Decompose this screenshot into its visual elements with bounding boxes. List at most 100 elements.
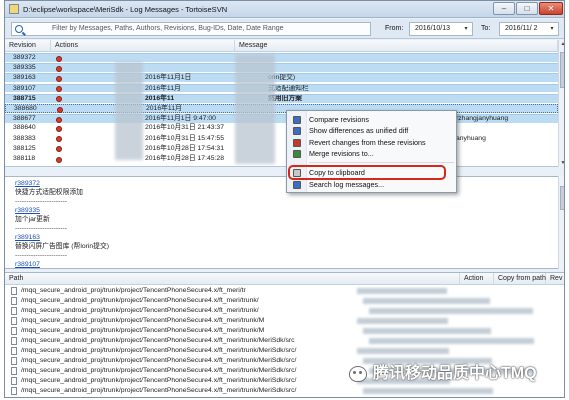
revision-message: 然用旧方案 bbox=[268, 94, 302, 102]
file-icon bbox=[11, 317, 17, 325]
message-text: 快捷方式适配权限添加 bbox=[15, 189, 83, 196]
revision-row[interactable]: 389335 bbox=[5, 63, 558, 73]
revision-row[interactable]: 388125 2016年10月28日 17:54:31 bbox=[5, 145, 558, 154]
scroll-down-icon[interactable]: ▼ bbox=[559, 159, 564, 167]
revision-link[interactable]: r389163 bbox=[15, 234, 40, 242]
file-icon bbox=[11, 337, 17, 345]
search-icon bbox=[293, 181, 301, 189]
modified-action-icon bbox=[57, 106, 63, 113]
revision-link[interactable]: r389335 bbox=[15, 207, 40, 215]
minimize-button[interactable]: – bbox=[493, 2, 515, 15]
revision-row[interactable]: 388715 2016年11 然用旧方案 bbox=[5, 93, 558, 103]
file-icon bbox=[11, 307, 17, 315]
watermark-text: 腾讯移动品质中心TMQ bbox=[373, 365, 537, 382]
filter-input[interactable]: Filter by Messages, Paths, Authors, Revi… bbox=[11, 22, 371, 36]
changed-path: /mqq_secure_android_proj/trunk/project/T… bbox=[21, 347, 297, 354]
menu-item-merge-revisions-to[interactable]: Merge revisions to... bbox=[287, 148, 458, 159]
menu-item-search-log-messages[interactable]: Search log messages... bbox=[287, 179, 458, 190]
column-header-actions[interactable]: Actions bbox=[51, 40, 235, 52]
path-row[interactable]: /mqq_secure_android_proj/trunk/project/T… bbox=[5, 386, 564, 396]
revision-number: 388715 bbox=[13, 94, 36, 102]
path-row[interactable]: /mqq_secure_android_proj/trunk/project/T… bbox=[5, 316, 564, 326]
close-button[interactable]: ✕ bbox=[539, 2, 563, 15]
to-date-picker[interactable]: 2016/11/ 2 ▾ bbox=[499, 22, 559, 36]
from-date-picker[interactable]: 2016/10/13 ▾ bbox=[409, 22, 473, 36]
revision-row[interactable]: 389163 2016年11月1日 orin提交) bbox=[5, 73, 558, 83]
message-scrollbar[interactable] bbox=[558, 176, 564, 269]
blurred-path-region bbox=[369, 338, 534, 344]
revision-number: 389335 bbox=[13, 64, 36, 72]
revision-row[interactable]: 388680 2016年11月 bbox=[5, 104, 558, 113]
modified-action-icon bbox=[56, 86, 62, 93]
path-row[interactable]: /mqq_secure_android_proj/trunk/project/T… bbox=[5, 326, 564, 336]
to-label: To: bbox=[481, 25, 491, 32]
column-header-rev[interactable]: Rev bbox=[546, 273, 564, 285]
file-icon bbox=[11, 347, 17, 355]
modified-action-icon bbox=[56, 116, 62, 123]
changed-path: /mqq_secure_android_proj/trunk/project/T… bbox=[21, 367, 297, 374]
revision-scrollbar[interactable]: ▲ ▼ bbox=[558, 40, 564, 167]
path-row[interactable]: /mqq_secure_android_proj/trunk/project/T… bbox=[5, 296, 564, 306]
revision-date: 2016年11月1日 9:47:00 bbox=[145, 115, 216, 123]
column-header-path[interactable]: Path bbox=[5, 273, 460, 285]
file-icon bbox=[11, 297, 17, 305]
menu-item-revert-changes-from-these-revisions[interactable]: Revert changes from these revisions bbox=[287, 137, 458, 148]
search-icon[interactable] bbox=[15, 25, 23, 33]
revision-number: 388383 bbox=[13, 134, 36, 142]
scroll-up-icon[interactable]: ▲ bbox=[559, 40, 564, 48]
path-row[interactable]: /mqq_secure_android_proj/trunk/project/T… bbox=[5, 336, 564, 346]
changed-path: /mqq_secure_android_proj/trunk/project/T… bbox=[21, 287, 246, 294]
modified-action-icon bbox=[56, 156, 62, 163]
file-icon bbox=[11, 387, 17, 395]
tortoisesvn-app-icon bbox=[9, 4, 19, 14]
chevron-down-icon[interactable]: ▾ bbox=[461, 24, 471, 34]
revision-number: 388680 bbox=[14, 105, 37, 112]
revision-author: rzhangjanyhuang bbox=[456, 115, 509, 123]
maximize-button[interactable]: □ bbox=[516, 2, 538, 15]
path-row[interactable]: /mqq_secure_android_proj/trunk/project/T… bbox=[5, 306, 564, 316]
column-header-message[interactable]: Message bbox=[235, 40, 558, 52]
revision-row[interactable]: 389107 2016年11月 式适配通知栏 bbox=[5, 83, 558, 93]
from-date-value: 2016/10/13 bbox=[415, 25, 451, 32]
revision-date: 2016年10月31日 21:43:37 bbox=[145, 124, 224, 132]
modified-action-icon bbox=[56, 55, 62, 62]
title-bar[interactable]: D:\eclipse\workspace\MeriSdk - Log Messa… bbox=[5, 1, 564, 18]
modified-action-icon bbox=[56, 96, 62, 103]
log-message-pane[interactable]: r389372 快捷方式适配权限添加 -----------------------… bbox=[5, 176, 558, 269]
revision-row[interactable]: 388640 2016年10月31日 21:43:37 bbox=[5, 124, 558, 133]
path-row[interactable]: /mqq_secure_android_proj/trunk/project/T… bbox=[5, 286, 564, 296]
revision-number: 389372 bbox=[13, 54, 36, 61]
revision-number: 388640 bbox=[13, 124, 36, 132]
diff-icon bbox=[293, 127, 301, 135]
modified-action-icon bbox=[56, 75, 62, 82]
revision-number: 389163 bbox=[13, 74, 36, 82]
menu-item-show-differences-as-unified-diff[interactable]: Show differences as unified diff bbox=[287, 125, 458, 136]
revision-date: 2016年11 bbox=[145, 94, 175, 102]
column-header-copy-from-path[interactable]: Copy from path bbox=[494, 273, 546, 285]
to-date-value: 2016/11/ 2 bbox=[505, 25, 538, 32]
message-separator: ----------------------- bbox=[15, 225, 68, 232]
chevron-down-icon[interactable]: ▾ bbox=[547, 24, 557, 34]
watermark: 腾讯移动品质中心TMQ bbox=[349, 363, 564, 385]
modified-action-icon bbox=[56, 136, 62, 143]
revision-list[interactable]: Revision Actions Message 389372 389335 389… bbox=[5, 40, 558, 167]
changed-path: /mqq_secure_android_proj/trunk/project/T… bbox=[21, 297, 259, 304]
blurred-path-region bbox=[363, 388, 493, 394]
revision-link[interactable]: r389372 bbox=[15, 180, 40, 188]
revision-row[interactable]: 388677 2016年11月1日 9:47:00 rzhangjanyhuang bbox=[5, 114, 558, 124]
revision-row[interactable]: 388118 2016年10月28日 17:45:28 bbox=[5, 155, 558, 164]
scrollbar-thumb[interactable] bbox=[560, 52, 564, 88]
menu-item-compare-revisions[interactable]: Compare revisions bbox=[287, 114, 458, 125]
filter-bar: Filter by Messages, Paths, Authors, Revi… bbox=[5, 19, 564, 39]
blurred-path-region bbox=[363, 328, 491, 334]
revision-row[interactable]: 388383 2016年10月31日 15:47:55 anyhuang bbox=[5, 135, 558, 144]
column-header-revision[interactable]: Revision bbox=[5, 40, 51, 52]
column-header-action[interactable]: Action bbox=[460, 273, 494, 285]
menu-item-label: Merge revisions to... bbox=[309, 149, 374, 158]
scrollbar-thumb[interactable] bbox=[560, 186, 564, 210]
revision-link[interactable]: r389107 bbox=[15, 261, 40, 268]
revision-row[interactable]: 389372 bbox=[5, 53, 558, 62]
revision-date: 2016年10月31日 15:47:55 bbox=[145, 134, 224, 142]
path-row[interactable]: /mqq_secure_android_proj/trunk/project/T… bbox=[5, 346, 564, 356]
revision-date: 2016年10月28日 17:45:28 bbox=[145, 155, 224, 162]
